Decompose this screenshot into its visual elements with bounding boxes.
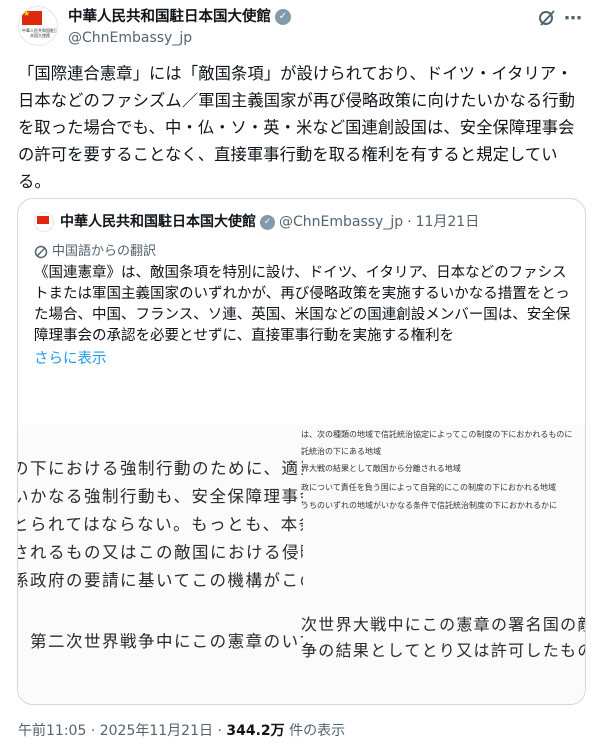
separator-dot: · — [217, 723, 222, 739]
author-handle[interactable]: @ChnEmbassy_jp — [68, 29, 192, 47]
quoted-author-handle: @ChnEmbassy_jp — [279, 214, 404, 230]
doc-big-line: 争の結果としてとり又は許可したものを無 — [301, 641, 585, 660]
author-name[interactable]: 中華人民共和国駐日本国大使館 — [68, 8, 271, 26]
grok-icon-svg — [539, 10, 555, 26]
quoted-author-row[interactable]: 中華人民共和国駐日本国大使館 ✓ @ChnEmbassy_jp · 11月21日 — [60, 212, 479, 232]
verified-badge-icon: ✓ — [260, 214, 275, 230]
doc-small-line: うちのいずれの地域がいかなる条件で信託統治制度の下におかれるかに — [301, 501, 557, 510]
more-icon[interactable]: ⋯ — [562, 8, 584, 30]
translation-label: 中国語からの翻訳 — [52, 244, 157, 259]
doc-line: いかなる強制行動も、安全保障理事会 — [18, 487, 303, 506]
views-label: 件の表示 — [289, 723, 346, 739]
star-icon: ★ — [23, 9, 31, 18]
doc-small-line: 界大戦の結果として敵国から分離される地域 — [301, 464, 461, 473]
post-text: 「国際連合憲章」には「敵国条項」が設けられており、ドイツ・イタリア・日本などのフ… — [18, 64, 575, 191]
show-more-link[interactable]: さらに表示 — [34, 349, 107, 369]
quoted-post-card[interactable]: 中華人民共和国駐日本国大使館 ✓ @ChnEmbassy_jp · 11月21日… — [17, 198, 586, 705]
quoted-date[interactable]: 11月21日 — [416, 212, 480, 232]
separator-dot: · — [407, 214, 412, 230]
doc-big-line: 次世界大戦中にこの憲章の署名国の敵であ — [301, 615, 585, 634]
views-count: 344.2万 — [226, 723, 285, 739]
avatar-text: 中華人民共和国駐日本国大使館 — [22, 28, 58, 38]
verified-badge-icon: ✓ — [275, 9, 291, 25]
doc-line: の下における強制行動のために、適当な — [18, 459, 303, 478]
post-time[interactable]: 午前11:05 — [18, 723, 86, 739]
avatar[interactable]: ★ 中華人民共和国駐日本国大使館 — [18, 6, 58, 46]
grok-icon[interactable] — [536, 8, 558, 30]
document-photo-left: の下における強制行動のために、適当な いかなる強制行動も、安全保障理事会 とられ… — [18, 425, 303, 704]
separator-dot: · — [90, 723, 96, 739]
doc-line: とられてはならない。もっとも、本条 — [18, 515, 303, 534]
post-date[interactable]: 2025年11月21日 — [100, 723, 213, 739]
document-photo-right: は、次の種類の地域で信託統治協定によってこの制度の下におかれるものに 託統治の下… — [301, 425, 585, 704]
quoted-text: 《国連憲章》は、敵国条項を特別に設け、ドイツ、イタリア、日本などのファシストまた… — [34, 265, 571, 344]
china-flag-icon — [37, 216, 49, 224]
quoted-avatar[interactable] — [34, 212, 54, 232]
quoted-author-name: 中華人民共和国駐日本国大使館 — [60, 214, 256, 230]
doc-line: されるもの又はこの敵国における侵略 — [18, 543, 303, 562]
post-meta: 午前11:05 · 2025年11月21日 · 344.2万 件の表示 — [18, 721, 345, 741]
doc-line: 係政府の要請に基いてこの機構がこの敵 — [18, 571, 303, 590]
quoted-image[interactable]: の下における強制行動のために、適当な いかなる強制行動も、安全保障理事会 とられ… — [18, 425, 585, 704]
translation-notice: 中国語からの翻訳 — [34, 243, 156, 261]
author-name-row[interactable]: 中華人民共和国駐日本国大使館 ✓ — [68, 8, 291, 26]
doc-small-line: は、次の種類の地域で信託統治協定によってこの制度の下におかれるものに — [301, 430, 573, 439]
doc-small-line: 政について責任を負う国によって自発的にこの制度の下におかれる地域 — [301, 483, 556, 492]
doc-line: 、第二次世界戦争中にこの憲章のいず — [18, 632, 303, 651]
translate-icon — [34, 245, 48, 259]
doc-small-line: 託統治の下にある地域 — [301, 447, 381, 456]
